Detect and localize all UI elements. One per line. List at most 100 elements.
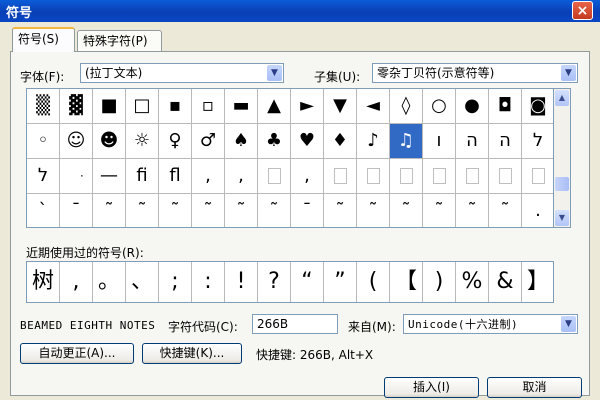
insert-button[interactable]: 插入(I)	[384, 377, 479, 398]
chevron-down-icon[interactable]: ▼	[561, 65, 576, 81]
autocorrect-button[interactable]: 自动更正(A)...	[20, 343, 134, 364]
recent-symbol[interactable]: ”	[324, 262, 357, 302]
symbol-cell[interactable]	[489, 159, 522, 194]
symbol-cell[interactable]: ▫	[192, 89, 225, 124]
symbol-cell[interactable]: ▒	[27, 89, 60, 124]
recent-symbol[interactable]: :	[192, 262, 225, 302]
symbol-cell[interactable]: ה	[456, 124, 489, 159]
symbol-cell[interactable]: .	[522, 194, 553, 227]
symbol-grid-scrollbar[interactable]: ▲ ▼	[554, 88, 571, 228]
subset-select[interactable]: 零杂丁贝符(示意符等) ▼	[372, 63, 578, 83]
symbol-cell[interactable]	[390, 159, 423, 194]
scroll-up-icon[interactable]: ▲	[555, 90, 569, 106]
symbol-cell[interactable]: ˉ	[60, 194, 93, 227]
symbol-cell[interactable]: ☻	[93, 124, 126, 159]
symbol-cell[interactable]: ˜	[390, 194, 423, 227]
symbol-cell[interactable]: ♦	[324, 124, 357, 159]
symbol-cell[interactable]: ˜	[159, 194, 192, 227]
symbol-cell[interactable]: ♣	[258, 124, 291, 159]
recent-symbol[interactable]: &	[489, 262, 522, 302]
symbol-cell[interactable]: ▬	[225, 89, 258, 124]
symbol-cell[interactable]	[522, 159, 553, 194]
symbol-cell[interactable]: ˜	[93, 194, 126, 227]
symbol-cell[interactable]: ˜	[192, 194, 225, 227]
recent-symbol[interactable]: 、	[126, 262, 159, 302]
symbol-cell[interactable]: ˜	[324, 194, 357, 227]
empty-glyph-box	[531, 168, 545, 184]
close-button[interactable]: ×	[572, 1, 593, 20]
symbol-cell[interactable]: ◘	[489, 89, 522, 124]
symbol-cell[interactable]: ♪	[357, 124, 390, 159]
symbol-cell[interactable]: ˋ	[27, 194, 60, 227]
symbol-cell[interactable]	[258, 159, 291, 194]
char-code-input[interactable]: 266B	[252, 314, 338, 334]
recent-symbol[interactable]: 】	[522, 262, 553, 302]
symbol-cell[interactable]: ל	[522, 124, 553, 159]
symbol-cell[interactable]: □	[126, 89, 159, 124]
symbol-cell[interactable]: ♥	[291, 124, 324, 159]
symbol-cell[interactable]: ˜	[423, 194, 456, 227]
symbol-cell[interactable]: ☼	[126, 124, 159, 159]
symbol-cell[interactable]: ◙	[522, 89, 553, 124]
symbol-cell[interactable]: ˜	[357, 194, 390, 227]
symbol-cell[interactable]: ♀	[159, 124, 192, 159]
symbol-cell[interactable]: ,	[225, 159, 258, 194]
symbol-cell[interactable]: ﬁ	[126, 159, 159, 194]
chevron-down-icon[interactable]: ▼	[267, 65, 282, 81]
symbol-cell[interactable]: ˜	[489, 194, 522, 227]
symbol-cell[interactable]	[324, 159, 357, 194]
symbol-cell[interactable]: ה	[489, 124, 522, 159]
symbol-cell[interactable]: ▓	[60, 89, 93, 124]
symbol-cell[interactable]: ,	[291, 159, 324, 194]
recent-symbol[interactable]: ;	[159, 262, 192, 302]
symbol-cell[interactable]: ˜	[126, 194, 159, 227]
symbol-cell[interactable]: ○	[423, 89, 456, 124]
symbol-cell[interactable]: ◦	[27, 124, 60, 159]
symbol-cell[interactable]: ◊	[390, 89, 423, 124]
recent-symbol[interactable]: %	[456, 262, 489, 302]
symbol-cell[interactable]: ˜	[258, 194, 291, 227]
symbol-cell[interactable]: ﬂ	[159, 159, 192, 194]
symbol-cell[interactable]: ■	[93, 89, 126, 124]
symbol-cell[interactable]: ●	[456, 89, 489, 124]
symbol-cell[interactable]: ►	[291, 89, 324, 124]
cancel-button[interactable]: 取消	[487, 377, 582, 398]
symbol-cell[interactable]: ☺	[60, 124, 93, 159]
symbol-cell[interactable]: ל	[27, 159, 60, 194]
symbol-cell[interactable]: ˉ	[291, 194, 324, 227]
symbol-cell[interactable]: ▲	[258, 89, 291, 124]
symbol-cell[interactable]: ּ	[60, 159, 93, 194]
symbol-cell[interactable]: ▼	[324, 89, 357, 124]
symbol-cell[interactable]	[423, 159, 456, 194]
tab-special-characters[interactable]: 特殊字符(P)	[77, 30, 162, 51]
tab-symbols[interactable]: 符号(S)	[12, 27, 75, 52]
scroll-thumb[interactable]	[555, 177, 569, 191]
symbol-cell[interactable]: ◄	[357, 89, 390, 124]
recent-symbol[interactable]: !	[225, 262, 258, 302]
recent-symbol[interactable]: )	[423, 262, 456, 302]
recent-symbol[interactable]: ,	[60, 262, 93, 302]
scroll-down-icon[interactable]: ▼	[555, 210, 569, 226]
shortcut-key-button[interactable]: 快捷键(K)...	[142, 343, 242, 364]
recent-symbol[interactable]: 树	[27, 262, 60, 302]
symbol-cell[interactable]	[456, 159, 489, 194]
symbol-cell[interactable]: ו	[423, 124, 456, 159]
recent-symbol[interactable]: 【	[390, 262, 423, 302]
symbol-cell[interactable]: ˜	[456, 194, 489, 227]
symbol-cell[interactable]: —	[93, 159, 126, 194]
recent-symbol[interactable]: (	[357, 262, 390, 302]
symbol-cell[interactable]: ˜	[225, 194, 258, 227]
recent-symbol[interactable]: ?	[258, 262, 291, 302]
symbol-cell[interactable]	[357, 159, 390, 194]
symbol-cell[interactable]: ▪	[159, 89, 192, 124]
from-select[interactable]: Unicode(十六进制) ▼	[403, 314, 578, 334]
recent-symbol[interactable]: 。	[93, 262, 126, 302]
symbol-cell[interactable]: ,	[192, 159, 225, 194]
font-select[interactable]: (拉丁文本) ▼	[80, 63, 284, 83]
recent-symbol[interactable]: “	[291, 262, 324, 302]
chevron-down-icon[interactable]: ▼	[561, 316, 576, 332]
symbol-cell[interactable]: ♠	[225, 124, 258, 159]
symbol-cell[interactable]: ♂	[192, 124, 225, 159]
symbol-cell[interactable]: ♫	[390, 124, 423, 159]
symbol-dialog: 符号(S) 特殊字符(P) 字体(F): (拉丁文本) ▼ 子集(U): 零杂丁…	[0, 22, 600, 400]
